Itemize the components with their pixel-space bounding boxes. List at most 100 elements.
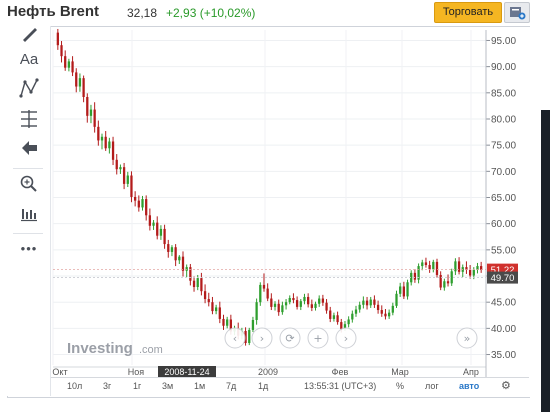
nav-button-glyph: + bbox=[313, 332, 322, 345]
candle-body bbox=[421, 262, 424, 267]
y-tick-label: 95.00 bbox=[491, 36, 516, 47]
timeframe-1m[interactable]: 1м bbox=[194, 381, 205, 391]
candle-body bbox=[380, 310, 383, 314]
y-axis: 35.0040.0045.0050.0055.0060.0065.0070.00… bbox=[485, 30, 516, 377]
candle-body bbox=[273, 303, 277, 307]
log-toggle[interactable]: лог bbox=[425, 381, 439, 391]
candle-body bbox=[299, 301, 302, 307]
candle-body bbox=[145, 199, 148, 216]
candle-body bbox=[435, 261, 439, 275]
candle-body bbox=[226, 319, 229, 326]
candle-body bbox=[336, 315, 339, 323]
settings-gear-icon[interactable]: ⚙ bbox=[501, 379, 511, 392]
candle-body bbox=[108, 141, 111, 149]
candle-body bbox=[122, 167, 126, 184]
nav-button-glyph: ‹ bbox=[233, 332, 237, 345]
candle-body bbox=[310, 304, 313, 308]
y-tick-label: 85.00 bbox=[491, 88, 516, 99]
candle-body bbox=[156, 222, 159, 236]
candle-body bbox=[314, 303, 317, 308]
candle-body bbox=[406, 282, 409, 297]
percent-toggle[interactable]: % bbox=[396, 381, 404, 391]
candle-body bbox=[189, 267, 192, 281]
auto-toggle[interactable]: авто bbox=[459, 381, 479, 391]
candle-body bbox=[248, 329, 251, 344]
y-tick-label: 55.00 bbox=[491, 245, 516, 256]
timeframe-1d[interactable]: 1д bbox=[258, 381, 268, 391]
candle-body bbox=[64, 56, 67, 68]
candle-body bbox=[100, 136, 104, 141]
candle-body bbox=[376, 304, 380, 311]
nav-button-glyph: › bbox=[344, 332, 348, 345]
nav-button-glyph: ⟳ bbox=[285, 332, 294, 345]
timeframe-10y[interactable]: 10л bbox=[67, 381, 82, 391]
candle-body bbox=[181, 256, 185, 271]
candle-body bbox=[86, 97, 89, 116]
candle-body bbox=[325, 302, 328, 311]
candle-body bbox=[207, 299, 210, 303]
candle-body bbox=[222, 318, 225, 326]
candle-body bbox=[262, 284, 266, 289]
candle-body bbox=[104, 136, 107, 149]
candle-body bbox=[159, 228, 163, 236]
candle-body bbox=[148, 215, 152, 226]
candle-body bbox=[211, 302, 214, 312]
candle-body bbox=[480, 266, 483, 270]
candle-body bbox=[384, 313, 387, 317]
y-tick-label: 45.00 bbox=[491, 298, 516, 309]
candle-body bbox=[119, 167, 122, 170]
candle-body bbox=[214, 307, 218, 312]
candle-body bbox=[439, 274, 442, 288]
timeframe-3y[interactable]: 3г bbox=[103, 381, 111, 391]
candle-body bbox=[251, 319, 255, 330]
candle-body bbox=[67, 61, 71, 68]
y-tick-label: 80.00 bbox=[491, 114, 516, 125]
nav-button-glyph: › bbox=[260, 332, 264, 345]
candle-body bbox=[351, 313, 354, 320]
candle-body bbox=[126, 175, 129, 184]
candle-body bbox=[163, 228, 166, 245]
candle-body bbox=[295, 300, 299, 307]
candle-body bbox=[185, 267, 188, 271]
candle-body bbox=[255, 302, 258, 320]
x-tick-label: Апр bbox=[463, 367, 479, 377]
candle-body bbox=[71, 61, 74, 73]
candle-body bbox=[152, 222, 155, 226]
y-tick-label: 75.00 bbox=[491, 141, 516, 152]
candle-body bbox=[321, 298, 325, 303]
price-chart[interactable]: Investing .com 35.0040.0045.0050.0055.00… bbox=[0, 0, 550, 412]
timeframe-bar: 10л 3г 1г 3м 1м 7д 1д 13:55:31 (UTC+3) %… bbox=[51, 377, 529, 397]
candle-body bbox=[354, 309, 358, 314]
candle-body bbox=[174, 247, 177, 261]
candle-body bbox=[395, 293, 398, 306]
x-tick-label: 2009 bbox=[258, 367, 278, 377]
candle-body bbox=[167, 244, 170, 252]
candle-body bbox=[170, 247, 174, 252]
candle-body bbox=[362, 300, 365, 305]
candle-body bbox=[218, 307, 221, 319]
candle-body bbox=[56, 32, 59, 46]
timeframe-3m[interactable]: 3м bbox=[162, 381, 173, 391]
candle-body bbox=[134, 196, 137, 201]
candle-body bbox=[82, 78, 85, 97]
candle-body bbox=[60, 45, 63, 57]
nav-button-glyph: » bbox=[464, 332, 471, 345]
candle-body bbox=[115, 159, 118, 170]
candle-body bbox=[284, 302, 288, 306]
candle-body bbox=[178, 256, 181, 261]
candle-body bbox=[387, 312, 391, 317]
candle-body bbox=[266, 288, 269, 299]
x-tick-label: Фев bbox=[332, 367, 349, 377]
timeframe-1y[interactable]: 1г bbox=[133, 381, 141, 391]
crosshair-date-label: 2008-11-24 bbox=[164, 367, 209, 377]
candle-body bbox=[93, 109, 96, 127]
timeframe-7d[interactable]: 7д bbox=[226, 381, 236, 391]
candle-body bbox=[318, 298, 321, 304]
x-tick-label: Окт bbox=[52, 367, 67, 377]
candle-body bbox=[111, 141, 115, 160]
candle-body bbox=[432, 261, 435, 270]
candle-body bbox=[130, 175, 133, 197]
y-tick-label: 35.00 bbox=[491, 350, 516, 361]
candle-body bbox=[358, 304, 361, 310]
y-tick-label: 90.00 bbox=[491, 62, 516, 73]
